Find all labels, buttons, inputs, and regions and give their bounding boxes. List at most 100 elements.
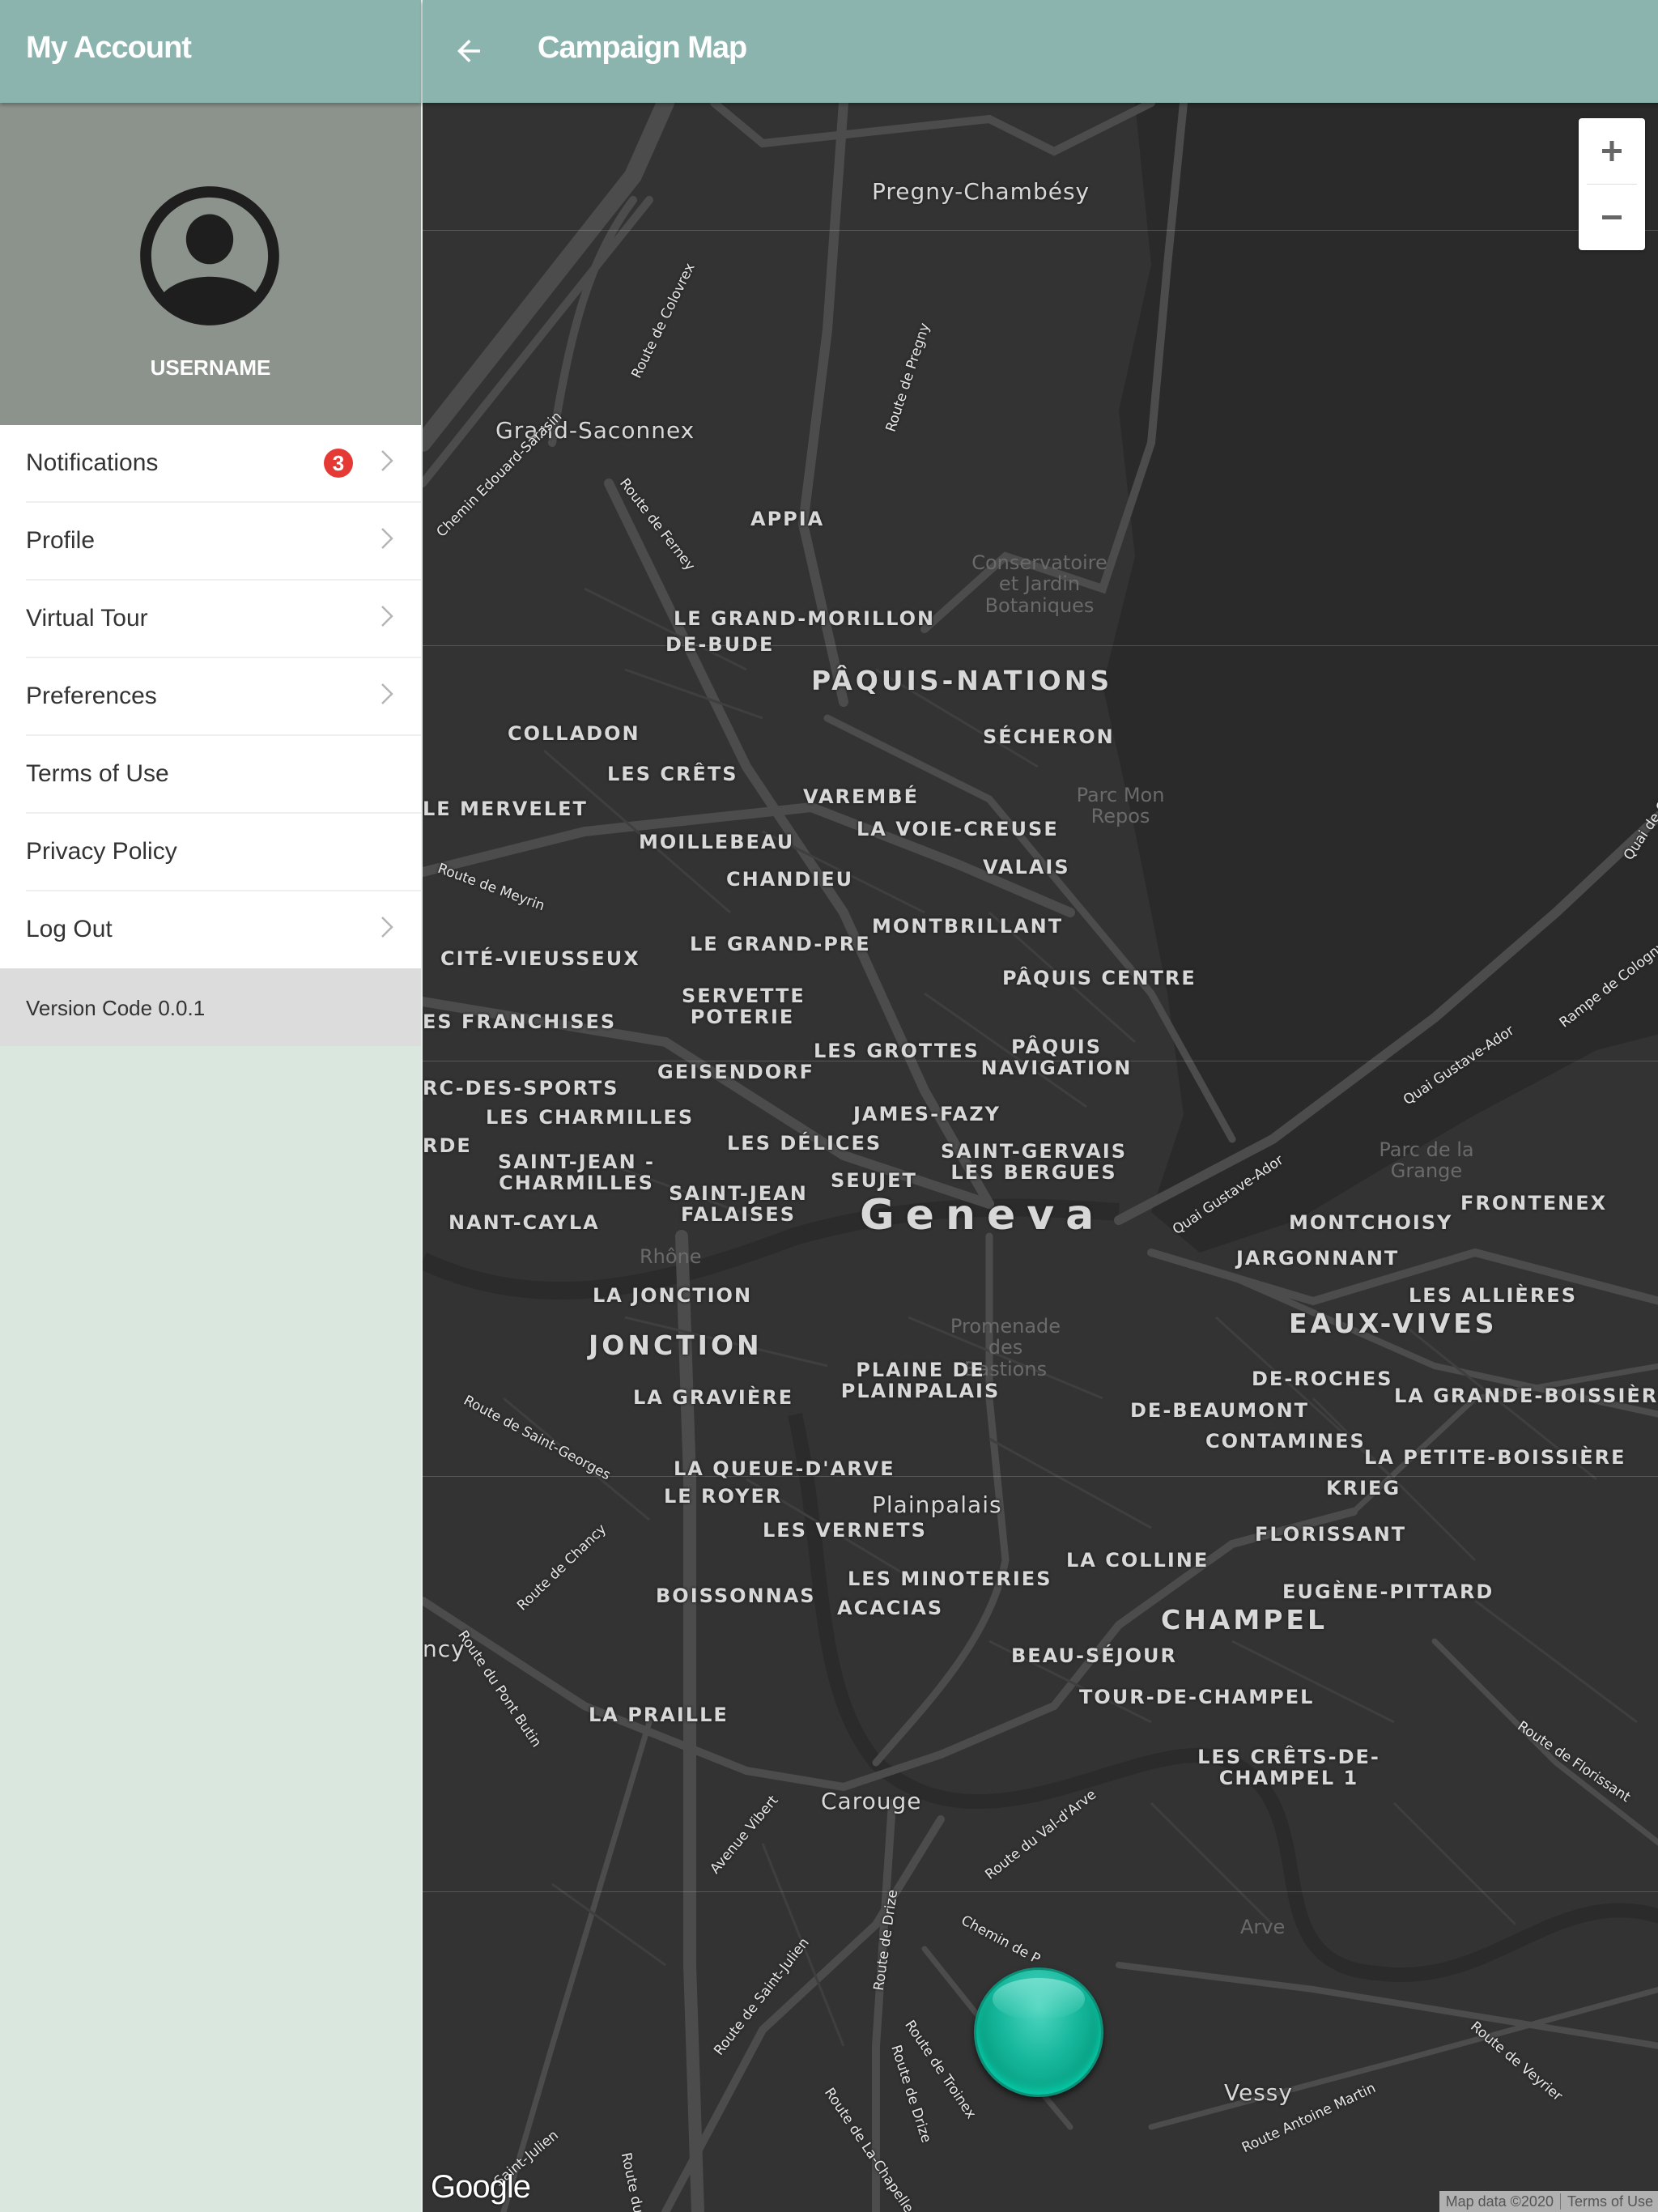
menu-item-log-out[interactable]: Log Out (0, 891, 421, 969)
map-label: LE GRAND-PRE (690, 933, 871, 955)
map-label: LES ALLIÈRES (1409, 1284, 1577, 1307)
map-label: LE MERVELET (423, 798, 588, 820)
map-label: VAREMBÉ (803, 785, 919, 808)
lake (1103, 103, 1658, 1253)
menu-item-label: Notifications (26, 449, 159, 476)
zoom-in-button[interactable] (1579, 118, 1645, 183)
map-label: Carouge (821, 1788, 922, 1814)
map-label: LES MINOTERIES (848, 1568, 1052, 1590)
map-label: Arve (1240, 1916, 1286, 1938)
map-label: SAINT-JEAN FALAISES (669, 1182, 808, 1227)
map-label: Vessy (1224, 2079, 1293, 2106)
account-menu: Notifications 3 Profile Virtual Tour Pre… (0, 425, 421, 969)
map-label: SÉCHERON (983, 725, 1115, 748)
google-logo: Google (431, 2169, 531, 2205)
chevron-right-icon (381, 917, 393, 938)
menu-item-label: Virtual Tour (26, 605, 148, 632)
map-label: DE-BUDE (665, 633, 775, 656)
page-title: Campaign Map (538, 31, 747, 65)
map-label: CHAMPEL (1161, 1604, 1328, 1636)
map-label: APPIA (750, 508, 825, 530)
notification-count-badge: 3 (324, 449, 353, 478)
chevron-right-icon (381, 606, 393, 627)
map-label: BEAU-SÉJOUR (1011, 1644, 1177, 1667)
map-label: LA PETITE-BOISSIÈRE (1364, 1446, 1626, 1469)
map-label: MONTCHOISY (1289, 1211, 1453, 1234)
map-label: GEISENDORF (657, 1061, 814, 1083)
map-label: JONCTION (589, 1329, 763, 1361)
profile-panel: USERNAME (0, 103, 421, 425)
campaign-marker[interactable] (974, 1967, 1103, 2097)
map-label: LA QUEUE-D'ARVE (674, 1457, 895, 1480)
map-label: NANT-CAYLA (449, 1211, 600, 1234)
map-label: SAINT-JEAN - CHARMILLES (498, 1151, 655, 1195)
menu-item-label: Log Out (26, 916, 113, 942)
map-label: SEUJET (831, 1169, 917, 1192)
map-label: LES CRÊTS (607, 763, 738, 785)
menu-item-notifications[interactable]: Notifications 3 (0, 425, 421, 503)
username: USERNAME (150, 355, 271, 380)
map-label: KRIEG (1326, 1477, 1401, 1499)
map-label: Parc Mon Repos (1076, 784, 1165, 828)
menu-item-label: Profile (26, 527, 96, 554)
map-label: Parc de la Grange (1379, 1138, 1474, 1183)
map-label: JARGONNANT (1236, 1247, 1400, 1270)
menu-item-terms-of-use[interactable]: Terms of Use (0, 736, 421, 814)
map-label: LES CRÊTS-DE-CHAMPEL 1 (1197, 1746, 1380, 1790)
version-bar: Version Code 0.0.1 (0, 968, 421, 1046)
road (423, 103, 674, 452)
road (710, 103, 1155, 156)
menu-item-preferences[interactable]: Preferences (0, 658, 421, 736)
map-label: MONTBRILLANT (872, 915, 1064, 938)
drawer-title: My Account (26, 31, 192, 65)
zoom-control (1579, 118, 1645, 250)
map-label: LA GRANDE-BOISSIÈRE (1394, 1385, 1658, 1407)
map-view[interactable]: Pregny-Chambésy Grand-Saconnex APPIA Con… (423, 103, 1658, 2212)
map-label: CHANDIEU (726, 868, 854, 891)
map-label: LES VERNETS (763, 1519, 927, 1542)
version-code: Version Code 0.0.1 (26, 996, 206, 1020)
tile-seam (423, 230, 1658, 231)
account-drawer: My Account USERNAME Notifications 3 Prof… (0, 0, 421, 2212)
map-label: LES DÉLICES (727, 1132, 882, 1155)
map-label: SAINT-GERVAIS LES BERGUES (941, 1140, 1127, 1185)
map-terms-link[interactable]: Terms of Use (1561, 2193, 1658, 2210)
map-label: MOILLEBEAU (639, 831, 795, 853)
map-label: LA JONCTION (593, 1284, 753, 1307)
map-label: Plainpalais (872, 1491, 1002, 1518)
drawer-header: My Account (0, 0, 421, 103)
menu-item-label: Privacy Policy (26, 838, 177, 865)
map-label: LE GRAND-MORILLON (674, 607, 936, 630)
menu-item-privacy-policy[interactable]: Privacy Policy (0, 814, 421, 891)
map-label: EUGÈNE-PITTARD (1282, 1580, 1494, 1603)
map-label: DE-ROCHES (1252, 1368, 1393, 1390)
map-label: BOISSONNAS (656, 1585, 816, 1607)
road (1148, 1986, 1658, 2130)
tile-seam (423, 645, 1658, 646)
map-label: Conservatoire et Jardin Botaniques (971, 551, 1107, 617)
map-label: LE ROYER (664, 1485, 783, 1508)
road (661, 1815, 945, 2212)
map-label-city: Geneva (860, 1191, 1106, 1240)
map-label: PÂQUIS-NATIONS (811, 665, 1113, 696)
zoom-out-button[interactable] (1579, 185, 1645, 249)
map-label: LA GRAVIÈRE (633, 1386, 794, 1409)
map-label: LA VOIE-CREUSE (857, 818, 1059, 840)
map-label: PLAINE DE PLAINPALAIS (840, 1359, 1001, 1403)
map-label: COLLADON (508, 722, 640, 745)
map-label: Rhône (640, 1245, 702, 1268)
arrow-left-icon[interactable] (452, 34, 486, 68)
menu-item-virtual-tour[interactable]: Virtual Tour (0, 581, 421, 658)
menu-item-label: Terms of Use (26, 760, 169, 787)
map-label: SERVETTE POTERIE (682, 985, 806, 1029)
account-circle-icon[interactable] (126, 172, 293, 339)
campaign-map-screen: Campaign Map Pregny-Chambésy Grand-Sacon… (421, 0, 1658, 2212)
chevron-right-icon (381, 450, 393, 471)
tile-seam (423, 1891, 1658, 1892)
chevron-right-icon (381, 528, 393, 549)
map-attribution: Map data ©2020 Terms of Use (1439, 2191, 1658, 2212)
menu-item-profile[interactable]: Profile (0, 503, 421, 581)
map-label: Pregny-Chambésy (872, 178, 1090, 205)
map-label: JAMES-FAZY (853, 1103, 1001, 1125)
marker-shine (993, 1978, 1085, 2020)
